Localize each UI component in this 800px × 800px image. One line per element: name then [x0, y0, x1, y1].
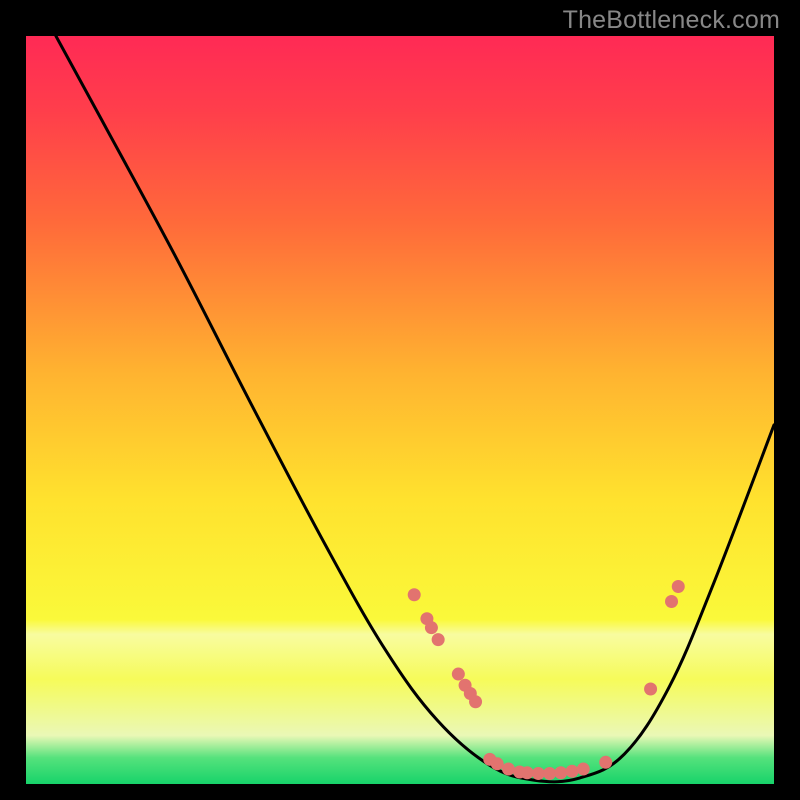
watermark-text: TheBottleneck.com — [563, 6, 780, 35]
data-marker — [532, 767, 545, 780]
bottleneck-chart — [26, 36, 774, 784]
data-marker — [452, 668, 465, 681]
data-marker — [672, 580, 685, 593]
data-marker — [502, 763, 515, 776]
data-marker — [566, 765, 579, 778]
data-marker — [491, 757, 504, 770]
data-marker — [599, 756, 612, 769]
chart-frame — [26, 36, 774, 784]
data-marker — [554, 766, 567, 779]
data-marker — [469, 695, 482, 708]
data-marker — [432, 633, 445, 646]
data-marker — [543, 767, 556, 780]
data-marker — [644, 683, 657, 696]
data-marker — [577, 763, 590, 776]
data-marker — [425, 621, 438, 634]
data-marker — [408, 588, 421, 601]
data-marker — [665, 595, 678, 608]
data-marker — [521, 766, 534, 779]
